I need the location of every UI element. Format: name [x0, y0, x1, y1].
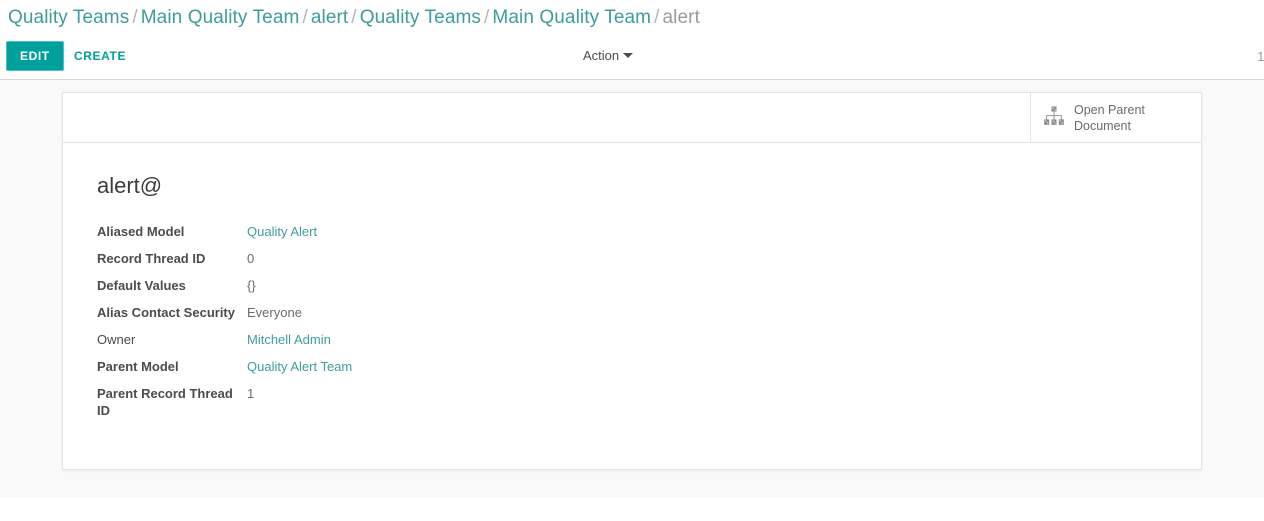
action-dropdown-label: Action — [583, 48, 620, 63]
pager-current: 1 — [1257, 49, 1264, 64]
field-label: Default Values — [97, 278, 186, 293]
breadcrumb-item-5[interactable]: Main Quality Team — [492, 7, 651, 28]
breadcrumb-item-4[interactable]: Quality Teams — [360, 7, 481, 28]
sheet-inner: alert@ Aliased Model Quality Alert Record … — [63, 143, 1201, 469]
page-title: alert@ — [97, 173, 163, 198]
breadcrumb-separator: / — [302, 7, 308, 28]
field-row: Alias Contact Security Everyone — [97, 304, 352, 331]
field-row: Parent Record Thread ID 1 — [97, 385, 352, 429]
edit-button[interactable]: EDIT — [6, 41, 64, 71]
field-value-link[interactable]: Mitchell Admin — [247, 332, 331, 347]
field-row: Record Thread ID 0 — [97, 250, 352, 277]
control-panel-buttons: EDIT CREATE Action 1/ — [0, 37, 1264, 79]
field-row: Default Values {} — [97, 277, 352, 304]
field-label: Parent Model — [97, 359, 179, 374]
breadcrumb: Quality Teams / Main Quality Team / alert / Qu… — [0, 0, 1264, 37]
field-value[interactable]: Mitchell Admin — [247, 331, 352, 358]
breadcrumb-separator: / — [132, 7, 138, 28]
view-body: Open Parent Document alert@ Aliased Mode… — [0, 80, 1264, 498]
breadcrumb-item-3[interactable]: alert — [311, 7, 348, 28]
control-panel: Quality Teams / Main Quality Team / alert / Qu… — [0, 0, 1264, 80]
field-table: Aliased Model Quality Alert Record Thread … — [97, 223, 352, 429]
field-value: 1 — [247, 386, 255, 401]
field-value[interactable]: Quality Alert Team — [247, 358, 352, 385]
field-value[interactable]: Quality Alert — [247, 223, 352, 250]
breadcrumb-separator: / — [351, 7, 357, 28]
breadcrumb-separator: / — [484, 7, 490, 28]
field-value: Everyone — [247, 305, 302, 320]
field-value-link[interactable]: Quality Alert — [247, 224, 317, 239]
field-label: Parent Record Thread ID — [97, 386, 233, 418]
breadcrumb-separator: / — [654, 7, 660, 28]
field-row: Aliased Model Quality Alert — [97, 223, 352, 250]
open-parent-document-button[interactable]: Open Parent Document — [1030, 93, 1201, 142]
field-value-link[interactable]: Quality Alert Team — [247, 359, 352, 374]
field-row: Owner Mitchell Admin — [97, 331, 352, 358]
stat-button-box: Open Parent Document — [63, 93, 1201, 143]
pager[interactable]: 1/ — [1257, 48, 1264, 66]
create-button[interactable]: CREATE — [60, 41, 140, 71]
breadcrumb-item-2[interactable]: Main Quality Team — [141, 7, 300, 28]
sitemap-icon — [1043, 106, 1065, 129]
field-label: Owner — [97, 332, 136, 347]
field-label: Record Thread ID — [97, 251, 206, 266]
field-value: 0 — [247, 251, 255, 266]
field-value: {} — [247, 278, 256, 293]
form-sheet: Open Parent Document alert@ Aliased Mode… — [62, 92, 1202, 470]
field-label: Aliased Model — [97, 224, 185, 239]
open-parent-document-label: Open Parent Document — [1074, 102, 1145, 133]
field-table-body: Aliased Model Quality Alert Record Thread … — [97, 223, 352, 429]
chevron-down-icon — [623, 53, 634, 58]
breadcrumb-item-1[interactable]: Quality Teams — [8, 7, 129, 28]
action-dropdown[interactable]: Action — [583, 47, 634, 65]
breadcrumb-item-6: alert — [662, 7, 700, 28]
field-row: Parent Model Quality Alert Team — [97, 358, 352, 385]
field-label: Alias Contact Security — [97, 305, 235, 320]
